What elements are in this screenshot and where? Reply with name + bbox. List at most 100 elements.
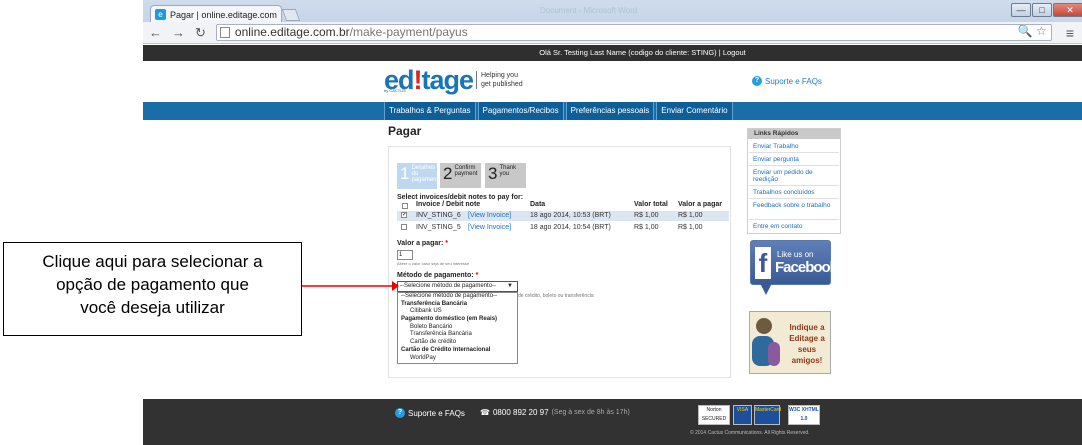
arrow-icon [302, 281, 399, 291]
w3c-badge: W3C XHTML 1.0 [788, 405, 820, 425]
col-valor-total: Valor total [634, 201, 668, 208]
callout-line1: Clique aqui para selecionar a [42, 252, 263, 271]
page-title: Pagar [388, 124, 422, 138]
quicklink-enviar-trabalho[interactable]: Enviar Trabalho [753, 143, 835, 150]
main-nav: Trabalhos & Perguntas Pagamentos/Recibos… [384, 102, 733, 120]
url-host: online.editage.com.br [234, 25, 350, 39]
view-invoice-link[interactable]: [View Invoice] [468, 224, 511, 231]
user-bar: Olá Sr. Testing Last Name (codigo do cli… [143, 45, 1082, 61]
step-3-label: Thank you [499, 165, 517, 177]
background-window-title: Document - Microsoft Word [540, 6, 638, 15]
option-group-label: Cartão de Crédito Internacional [401, 346, 491, 353]
payment-method-options: --Selecione método de pagamento-- Transfe… [397, 292, 518, 364]
nav-item-trabalhos[interactable]: Trabalhos & Perguntas [384, 102, 476, 120]
select-value: --Selecione método de pagamento-- [400, 283, 497, 289]
dropdown-option[interactable]: Boleto Bancário [398, 324, 517, 332]
table-row: INV_STING_5 [View Invoice] 18 ago 2014, … [397, 223, 729, 233]
footer-support-label: Suporte e FAQs [408, 408, 465, 418]
dropdown-option[interactable]: Transferência Bancária [398, 331, 517, 339]
tagline: Helping you get published [476, 71, 523, 89]
row-checkbox[interactable]: ✓ [401, 212, 407, 218]
dropdown-arrow-icon: ▼ [507, 283, 513, 289]
step-3: 3 Thank you [485, 163, 526, 188]
step-2-label: Confirm payment [454, 165, 478, 177]
refer-friends-banner[interactable]: Indique a Editage a seus amigos! [749, 311, 831, 374]
footer [143, 399, 1082, 445]
reload-icon[interactable]: ↻ [195, 25, 206, 41]
select-all-checkbox[interactable] [401, 201, 409, 209]
logout-link[interactable]: | Logout [719, 48, 746, 57]
facebook-line2: Facebook [775, 259, 838, 276]
footer-support-link[interactable]: ? Suporte e FAQs [395, 408, 465, 418]
view-invoice-link[interactable]: [View Invoice] [468, 212, 511, 219]
option-group-label: Transferência Bancária [401, 300, 468, 307]
person-icon [768, 342, 780, 366]
step-1: 1 Detalhes do pagamento [397, 163, 442, 189]
invoice-topay: R$ 1,00 [678, 212, 703, 219]
maximize-button[interactable]: □ [1032, 3, 1052, 17]
divider [749, 152, 839, 153]
step-2-num: 2 [443, 164, 453, 183]
back-icon[interactable]: ← [149, 25, 162, 40]
option-group-label: Pagamento doméstico (em Reais) [401, 316, 498, 323]
dropdown-option[interactable]: --Selecione método de pagamento-- [398, 293, 517, 301]
browser-toolbar: ← → ↻ online.editage.com.br/make-payment… [143, 22, 1082, 44]
address-bar[interactable]: online.editage.com.br/make-payment/payus… [215, 24, 1052, 41]
callout-line2: opção de pagamento que [56, 275, 249, 294]
phone-icon: ☎ [480, 408, 490, 417]
logo-part2: tage [421, 65, 475, 95]
support-link[interactable]: ? Suporte e FAQs [752, 76, 822, 86]
nav-item-preferencias[interactable]: Preferências pessoais [565, 102, 655, 120]
search-star-icon[interactable]: 🔍 ☆ [1018, 24, 1047, 39]
minimize-button[interactable]: — [1011, 3, 1031, 17]
logo-bang: ! [413, 65, 423, 95]
divider [749, 198, 839, 199]
dropdown-option[interactable]: Cartão de crédito [398, 339, 517, 347]
quick-links-title: Links Rápidos [748, 129, 840, 139]
step-2: 2 Confirm payment [440, 163, 481, 188]
tagline-line2: get published [481, 81, 523, 88]
instruction-callout: Clique aqui para selecionar a opção de p… [3, 242, 302, 336]
nav-item-pagamentos[interactable]: Pagamentos/Recibos [477, 102, 564, 120]
help-icon: ? [752, 76, 762, 86]
dropdown-option[interactable]: WorldPay [398, 355, 517, 363]
required-mark: * [445, 240, 448, 247]
browser-tab[interactable]: e Pagar | online.editage.com × [150, 5, 282, 23]
valor-input[interactable]: 1 [397, 250, 413, 260]
invoice-id: INV_STING_6 [416, 212, 461, 219]
metodo-label-text: Método de pagamento: [397, 272, 474, 279]
valor-label-text: Valor a pagar: [397, 240, 444, 247]
callout-line3: você deseja utilizar [80, 298, 225, 317]
col-valor-pagar: Valor a pagar [678, 201, 722, 208]
forward-icon[interactable]: → [172, 25, 185, 40]
facebook-banner-tail [760, 283, 772, 295]
quicklink-enviar-pergunta[interactable]: Enviar pergunta [753, 156, 835, 163]
quicklink-reedicao[interactable]: Enviar um pedido de reedição [753, 169, 835, 183]
quicklink-contato[interactable]: Entre em contato [753, 223, 835, 230]
visa-badge: VISA [733, 405, 752, 425]
payment-method-select[interactable]: --Selecione método de pagamento-- ▼ [397, 281, 518, 292]
col-data: Data [530, 201, 546, 208]
table-row: ✓ INV_STING_6 [View Invoice] 18 ago 2014… [397, 211, 729, 221]
greeting: Olá Sr. Testing Last Name (codigo do cli… [539, 48, 717, 57]
support-label: Suporte e FAQs [765, 76, 822, 86]
step-1-label: Detalhes do pagamento [411, 165, 442, 183]
quicklink-feedback[interactable]: Feedback sobre o trabalho [753, 202, 835, 209]
dropdown-option[interactable]: Citibank US [398, 308, 517, 316]
divider [749, 165, 839, 166]
row-checkbox[interactable] [401, 224, 407, 230]
invoices-heading: Select invoices/debit notes to pay for: [397, 194, 524, 201]
valor-label: Valor a pagar: * [397, 240, 448, 247]
menu-icon[interactable]: ≡ [1066, 25, 1074, 41]
tab-title: Pagar | online.editage.com [170, 9, 277, 20]
valor-hint: Altere o valor caso seja de seu interess… [397, 261, 470, 266]
logo-byline: by CACTUS [384, 88, 406, 93]
close-window-button[interactable]: ✕ [1053, 3, 1082, 17]
divider [749, 219, 839, 220]
facebook-banner[interactable]: f Like us on Facebook [750, 240, 838, 285]
quicklink-concluidos[interactable]: Trabalhos concluídos [753, 189, 835, 196]
step-1-num: 1 [400, 164, 410, 183]
nav-item-comentario[interactable]: Enviar Comentário [656, 102, 733, 120]
divider [749, 185, 839, 186]
footer-phone: ☎ 0800 892 20 97 (Seg à sex de 8h às 17h… [480, 408, 630, 417]
